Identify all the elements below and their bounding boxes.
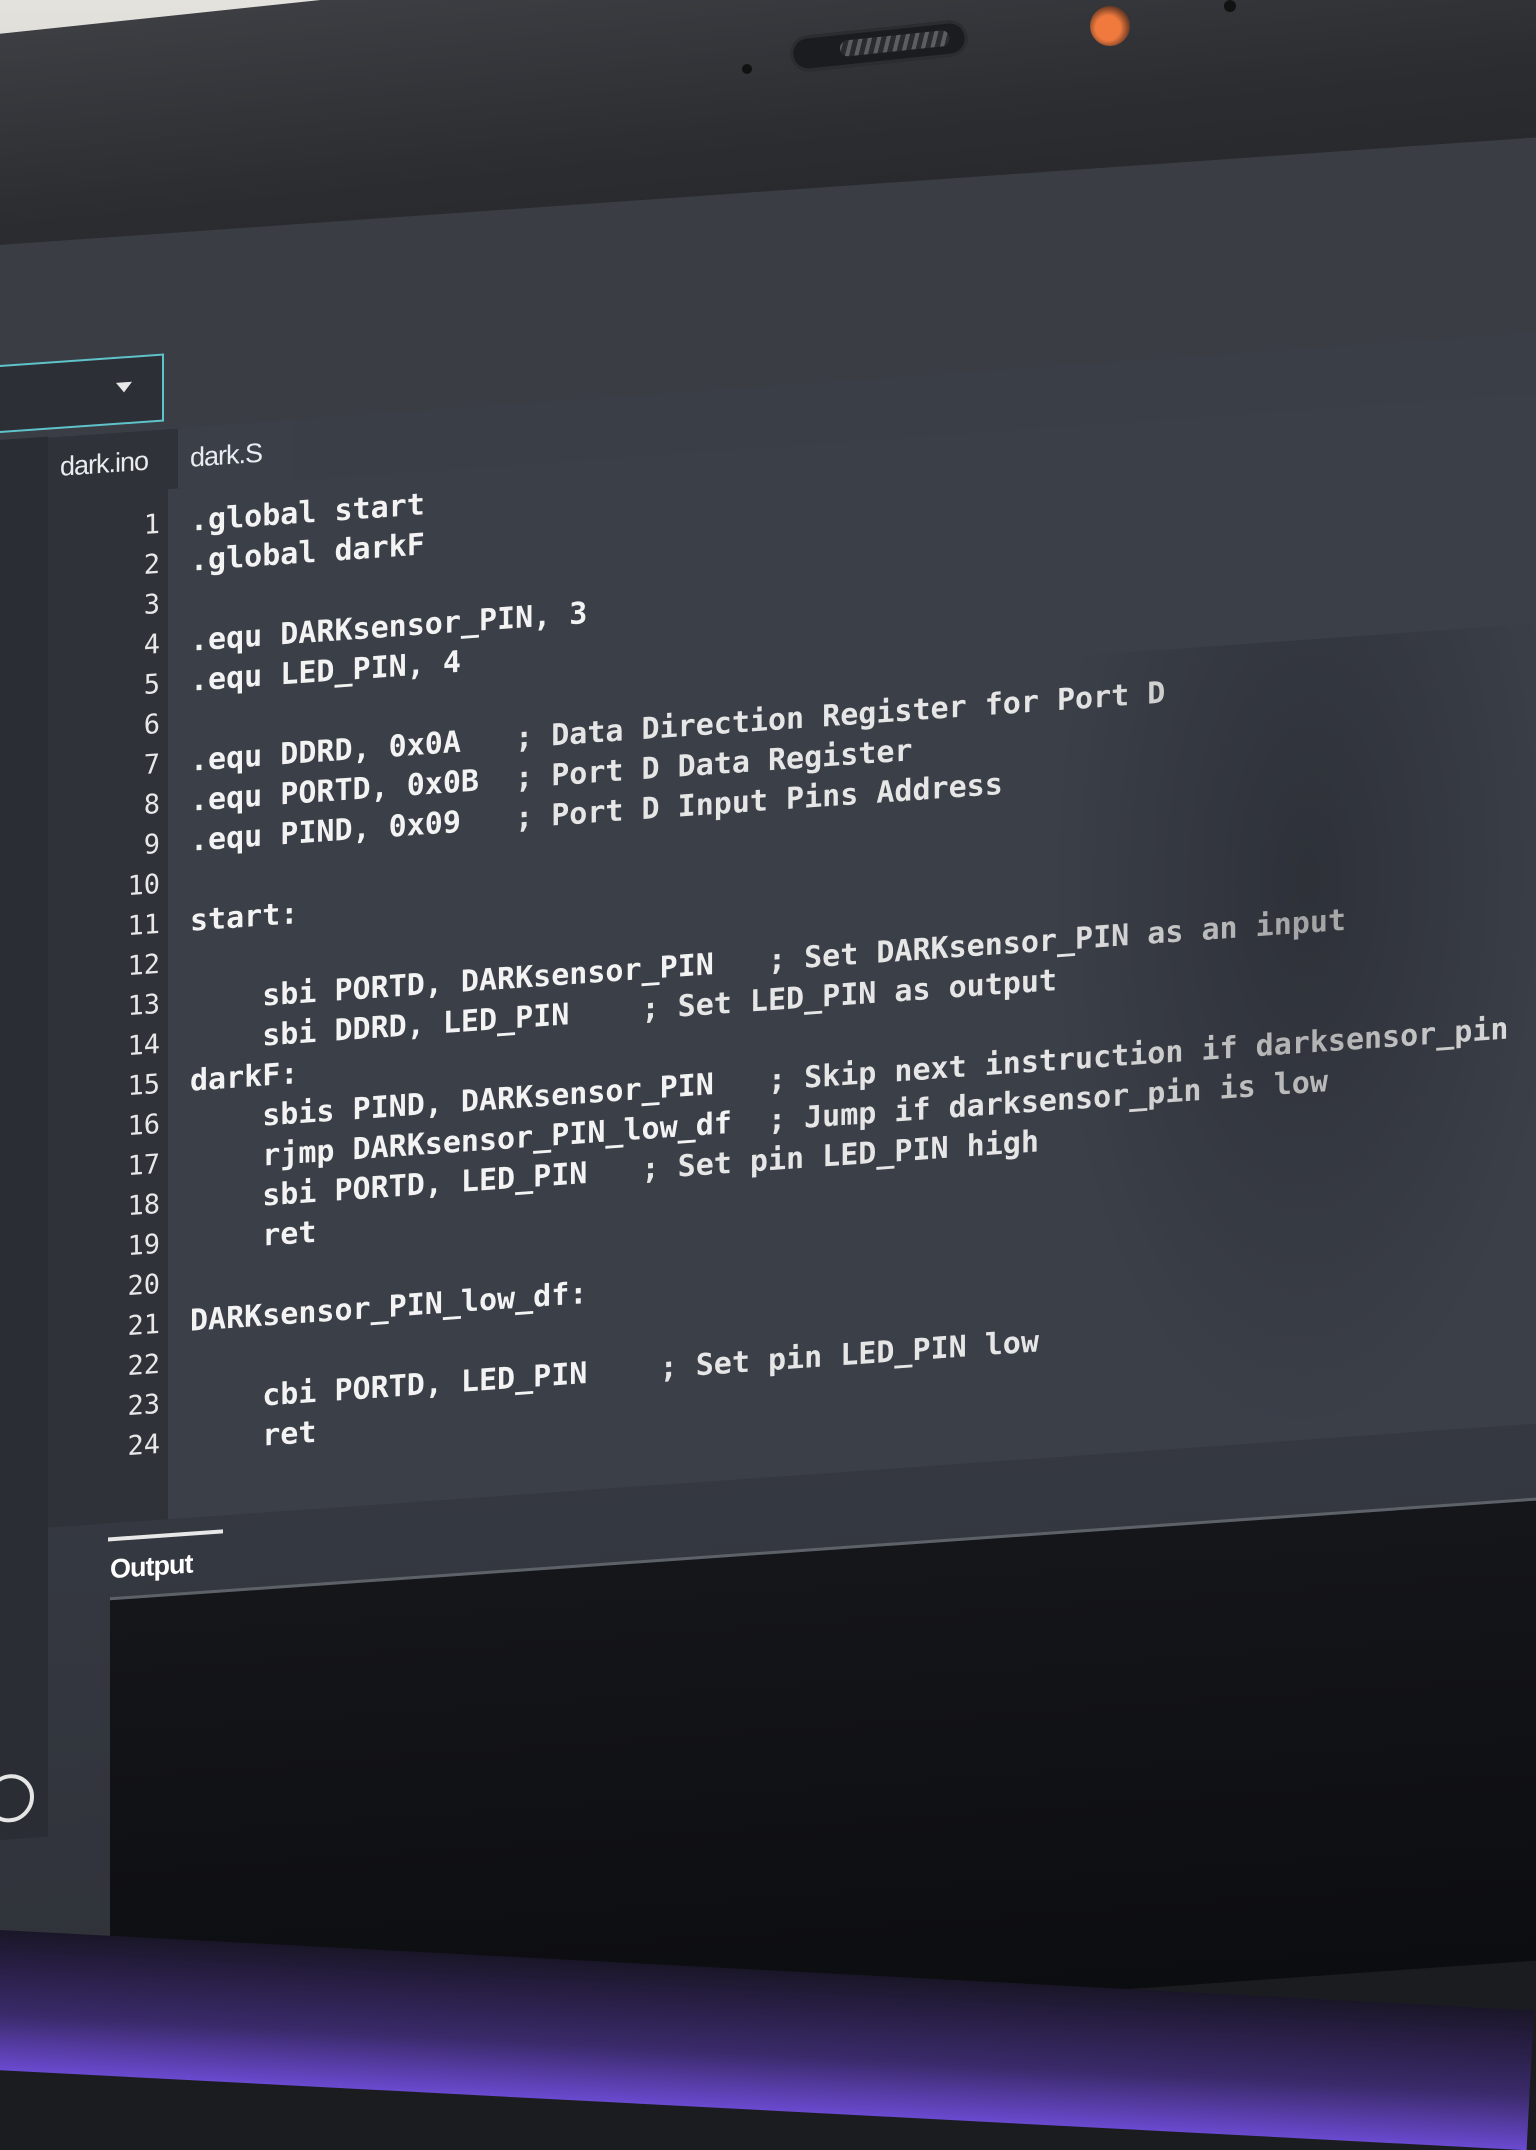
code-text: start: <box>190 896 299 939</box>
screen-reflection <box>1048 621 1536 1458</box>
code-text: ret <box>190 1214 317 1259</box>
microphone-dot <box>742 64 752 74</box>
code-editor[interactable]: 1 .global start 2 .global darkF 3 4 .equ DARKs… <box>48 393 1536 1528</box>
output-tab-indicator <box>108 1529 223 1542</box>
line-number: 24 <box>127 1428 160 1463</box>
board-selector[interactable] <box>0 353 164 434</box>
webcam-icon <box>1090 6 1130 46</box>
tab-dark-ino[interactable]: dark.ino <box>48 427 192 498</box>
tab-output[interactable]: Output <box>110 1544 192 1590</box>
sidebar <box>0 436 48 1840</box>
code-text: ret <box>190 1414 317 1459</box>
sensor-dot <box>1224 0 1236 12</box>
chevron-down-icon <box>116 381 132 393</box>
ide-window: dark.ino dark.S 1 .global start 2 .global d… <box>0 137 1536 2061</box>
code-text: darkF: <box>190 1056 299 1099</box>
tab-dark-s[interactable]: dark.S <box>178 420 292 489</box>
